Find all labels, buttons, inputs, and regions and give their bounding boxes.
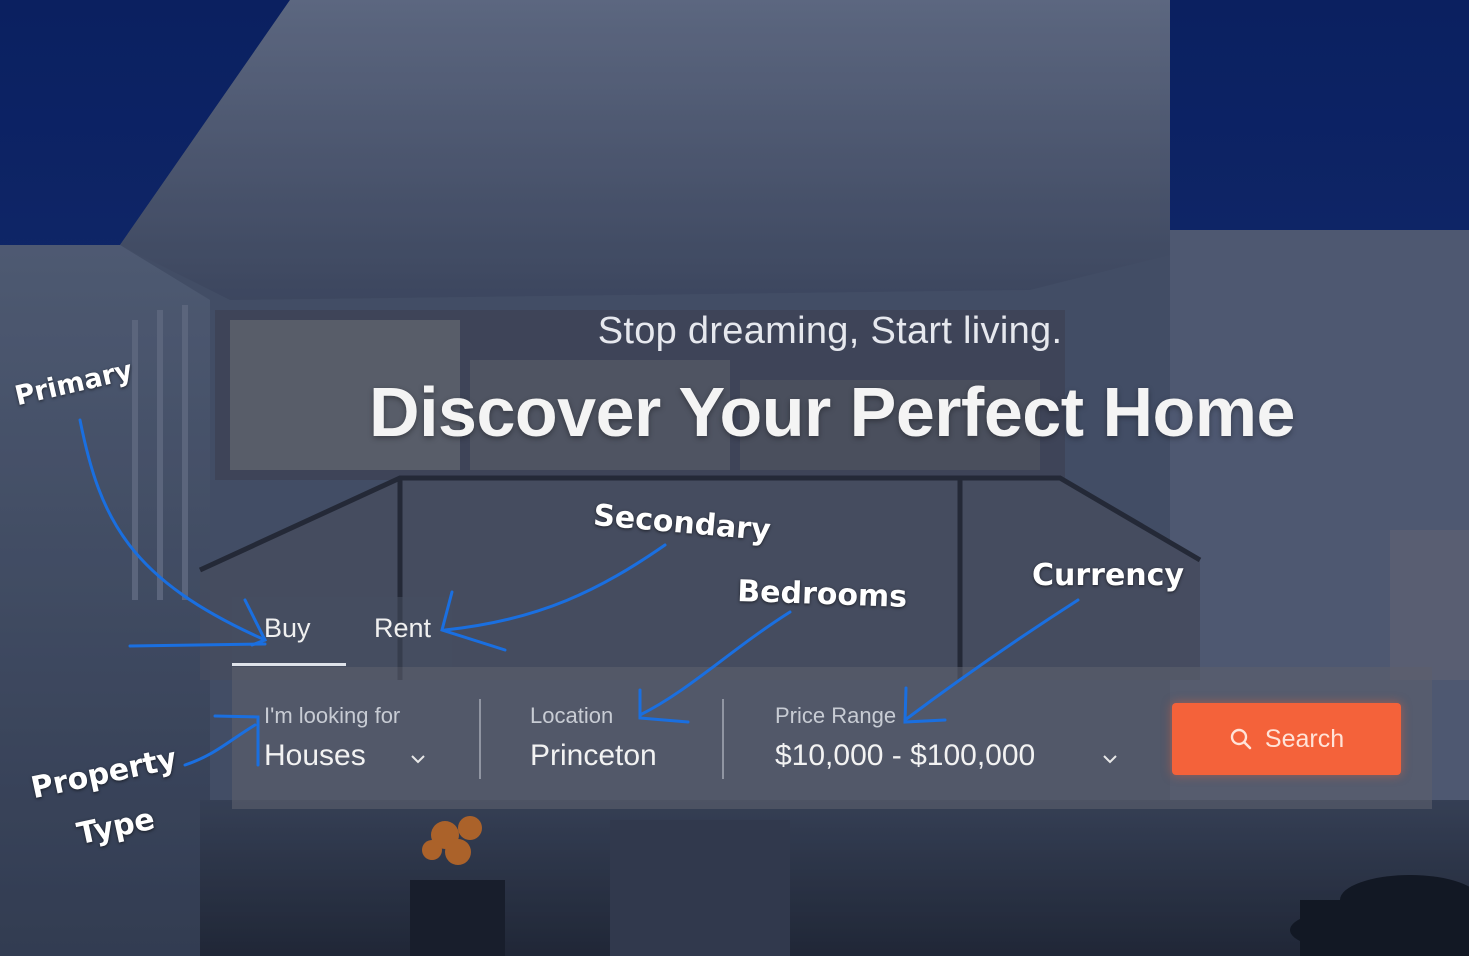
price-range-select[interactable]: Price Range $10,000 - $100,000 xyxy=(775,703,1035,773)
property-type-value[interactable]: Houses xyxy=(264,739,400,773)
active-tab-indicator xyxy=(232,663,346,666)
field-divider xyxy=(722,699,724,779)
property-type-select[interactable]: I'm looking for Houses xyxy=(264,703,400,773)
location-value[interactable]: Princeton xyxy=(530,739,657,773)
hero-background-image xyxy=(0,0,1469,956)
price-range-label: Price Range xyxy=(775,703,897,728)
hero-title: Discover Your Perfect Home xyxy=(369,373,1295,451)
search-button[interactable]: Search xyxy=(1172,703,1401,775)
annotation-bedrooms: Bedrooms xyxy=(736,574,908,615)
chevron-down-icon[interactable] xyxy=(1102,747,1118,770)
field-divider xyxy=(479,699,481,779)
search-panel: I'm looking for Houses Location Princeto… xyxy=(232,667,1432,809)
hero-subtitle: Stop dreaming, Start living. xyxy=(597,310,1063,352)
tab-buy[interactable]: Buy xyxy=(264,613,311,644)
location-field[interactable]: Location Princeton xyxy=(530,703,657,773)
tab-rent[interactable]: Rent xyxy=(374,613,431,644)
search-icon xyxy=(1229,727,1253,751)
listing-type-tabs: Buy Rent xyxy=(232,597,452,667)
price-range-value[interactable]: $10,000 - $100,000 xyxy=(775,739,1035,773)
location-label: Location xyxy=(530,703,614,728)
annotation-currency: Currency xyxy=(1032,558,1185,593)
property-type-label: I'm looking for xyxy=(264,703,401,728)
search-button-label: Search xyxy=(1264,724,1345,753)
chevron-down-icon[interactable] xyxy=(410,747,426,770)
